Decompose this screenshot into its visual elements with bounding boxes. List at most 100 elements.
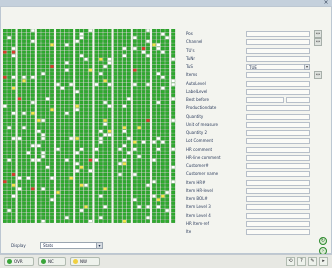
grid-cell[interactable] <box>84 208 88 213</box>
grid-cell[interactable] <box>41 201 46 205</box>
grid-cell[interactable] <box>146 219 150 223</box>
grid-cell[interactable] <box>126 208 131 213</box>
grid-cell[interactable] <box>137 126 142 130</box>
grid-cell[interactable] <box>160 190 165 195</box>
grid-cell[interactable] <box>22 82 26 87</box>
grid-cell[interactable] <box>64 61 69 65</box>
grid-cell[interactable] <box>132 97 137 101</box>
grid-cell[interactable] <box>79 75 84 79</box>
grid-cell[interactable] <box>113 136 118 141</box>
grid-cell[interactable] <box>122 212 127 216</box>
grid-cell[interactable] <box>79 198 84 202</box>
grid-cell[interactable] <box>50 100 54 105</box>
grid-cell[interactable] <box>69 140 74 144</box>
grid-cell[interactable] <box>165 133 170 137</box>
grid-cell[interactable] <box>22 208 26 213</box>
grid-cell[interactable] <box>118 154 122 159</box>
grid-cell[interactable] <box>50 97 54 101</box>
grid-cell[interactable] <box>56 86 60 90</box>
grid-cell[interactable] <box>141 86 146 90</box>
grid-cell[interactable] <box>56 144 60 148</box>
grid-cell[interactable] <box>88 100 93 105</box>
grid-cell[interactable] <box>30 82 35 87</box>
grid-cell[interactable] <box>69 61 74 65</box>
grid-cell[interactable] <box>88 93 93 97</box>
grid-cell[interactable] <box>118 100 122 105</box>
grid-cell[interactable] <box>118 158 122 162</box>
grid-cell[interactable] <box>79 158 84 162</box>
grid-cell[interactable] <box>160 208 165 213</box>
grid-cell[interactable] <box>118 140 122 144</box>
grid-cell[interactable] <box>36 36 41 40</box>
grid-cell[interactable] <box>122 219 127 223</box>
grid-cell[interactable] <box>146 93 150 97</box>
grid-cell[interactable] <box>152 144 156 148</box>
grid-cell[interactable] <box>126 198 131 202</box>
location-grid[interactable] <box>3 29 178 245</box>
grid-cell[interactable] <box>113 97 118 101</box>
grid-cell[interactable] <box>88 72 93 76</box>
grid-cell[interactable] <box>41 136 46 141</box>
grid-cell[interactable] <box>84 90 88 94</box>
grid-cell[interactable] <box>11 126 16 130</box>
grid-cell[interactable] <box>160 75 165 79</box>
grid-cell[interactable] <box>165 136 170 141</box>
grid-cell[interactable] <box>137 162 142 166</box>
grid-cell[interactable] <box>11 93 16 97</box>
grid-cell[interactable] <box>156 140 161 144</box>
grid-cell[interactable] <box>36 29 41 33</box>
grid-cell[interactable] <box>3 54 7 58</box>
grid-cell[interactable] <box>152 36 156 40</box>
grid-cell[interactable] <box>7 72 12 76</box>
grid-cell[interactable] <box>45 72 50 76</box>
grid-cell[interactable] <box>137 208 142 213</box>
grid-cell[interactable] <box>171 212 176 216</box>
grid-cell[interactable] <box>118 108 122 112</box>
grid-cell[interactable] <box>171 82 176 87</box>
grid-cell[interactable] <box>50 216 54 220</box>
grid-cell[interactable] <box>30 75 35 79</box>
grid-cell[interactable] <box>103 190 108 195</box>
grid-cell[interactable] <box>17 61 22 65</box>
grid-cell[interactable] <box>75 219 80 223</box>
grid-cell[interactable] <box>113 216 118 220</box>
grid-cell[interactable] <box>26 176 31 180</box>
grid-cell[interactable] <box>41 147 46 151</box>
grid-cell[interactable] <box>171 208 176 213</box>
grid-cell[interactable] <box>64 194 69 198</box>
grid-cell[interactable] <box>60 90 65 94</box>
grid-cell[interactable] <box>56 165 60 169</box>
grid-cell[interactable] <box>118 172 122 177</box>
grid-cell[interactable] <box>165 208 170 213</box>
grid-cell[interactable] <box>146 100 150 105</box>
refresh-grid-button[interactable]: ↻ <box>319 237 327 245</box>
grid-cell[interactable] <box>11 122 16 126</box>
grid-cell[interactable] <box>113 72 118 76</box>
grid-cell[interactable] <box>84 136 88 141</box>
grid-cell[interactable] <box>22 32 26 36</box>
grid-cell[interactable] <box>50 140 54 144</box>
grid-cell[interactable] <box>107 86 112 90</box>
grid-cell[interactable] <box>45 61 50 65</box>
grid-cell[interactable] <box>60 118 65 123</box>
grid-cell[interactable] <box>156 108 161 112</box>
grid-cell[interactable] <box>84 198 88 202</box>
grid-cell[interactable] <box>75 126 80 130</box>
grid-cell[interactable] <box>103 219 108 223</box>
grid-cell[interactable] <box>107 90 112 94</box>
grid-cell[interactable] <box>103 187 108 191</box>
grid-cell[interactable] <box>152 82 156 87</box>
grid-cell[interactable] <box>152 151 156 155</box>
grid-cell[interactable] <box>22 61 26 65</box>
grid-cell[interactable] <box>126 50 131 54</box>
grid-cell[interactable] <box>50 54 54 58</box>
grid-cell[interactable] <box>88 108 93 112</box>
grid-cell[interactable] <box>45 169 50 173</box>
grid-cell[interactable] <box>156 208 161 213</box>
grid-cell[interactable] <box>69 165 74 169</box>
grid-cell[interactable] <box>22 172 26 177</box>
grid-cell[interactable] <box>36 147 41 151</box>
grid-cell[interactable] <box>26 86 31 90</box>
grid-cell[interactable] <box>141 115 146 119</box>
grid-cell[interactable] <box>36 32 41 36</box>
